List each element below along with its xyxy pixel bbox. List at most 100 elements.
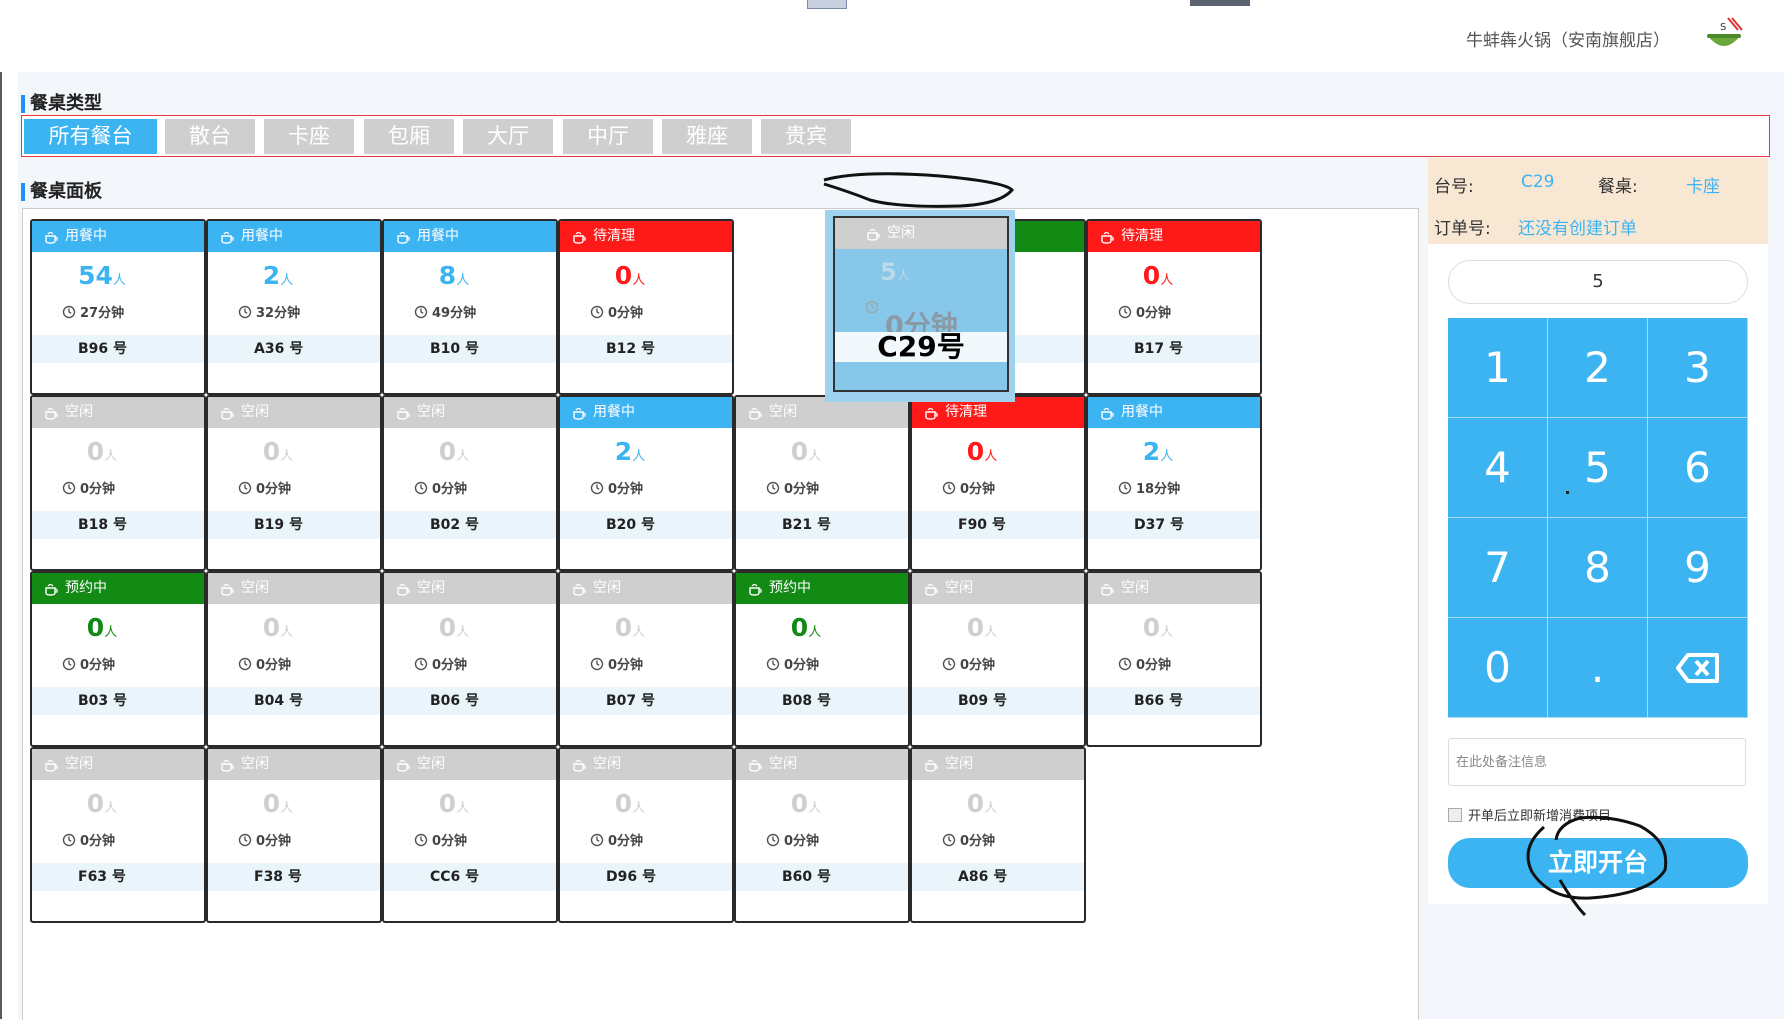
key-5[interactable]: 5 — [1548, 418, 1647, 517]
table-status-header: 空闲 — [32, 749, 204, 780]
elapsed-time: 0分钟 — [62, 478, 115, 497]
key-1[interactable]: 1 — [1448, 318, 1547, 417]
table-tile[interactable]: 空闲 0人 0分钟 B06 号 — [382, 571, 558, 747]
people-count: 0人 — [384, 789, 524, 824]
table-number: B03 号 — [78, 693, 128, 709]
table-tile[interactable]: 空闲 0人 0分钟 B21 号 — [734, 395, 910, 571]
key-9[interactable]: 9 — [1648, 518, 1747, 617]
people-count-value: 5 — [880, 258, 897, 286]
table-tile[interactable]: 空闲 0人 0分钟 B19 号 — [206, 395, 382, 571]
key-decimal[interactable]: . — [1548, 618, 1647, 717]
table-tile[interactable]: 空闲 0人 0分钟 B09 号 — [910, 571, 1086, 747]
table-tile[interactable]: 空闲 0人 0分钟 B60 号 — [734, 747, 910, 923]
table-tile[interactable]: 空闲 0人 0分钟 B07 号 — [558, 571, 734, 747]
table-tile[interactable]: 用餐中 54人 27分钟 B96 号 — [30, 219, 206, 395]
teapot-icon — [749, 407, 762, 420]
table-tile[interactable]: 空闲 0人 0分钟 B18 号 — [30, 395, 206, 571]
note-input[interactable]: 在此处备注信息 — [1448, 738, 1746, 786]
people-count-value: 0 — [86, 613, 105, 642]
people-unit: 人 — [808, 449, 822, 464]
elapsed-time-value: 0分钟 — [784, 834, 820, 849]
elapsed-time-value: 0分钟 — [432, 834, 468, 849]
add-items-checkbox[interactable]: 开单后立即新增消费项目 — [1448, 805, 1611, 824]
teapot-icon — [45, 407, 58, 420]
teapot-icon — [925, 583, 938, 596]
tab-middle-hall[interactable]: 中厅 — [563, 119, 653, 154]
table-tile[interactable]: 预约中 0人 0分钟 B08 号 — [734, 571, 910, 747]
tab-private-room[interactable]: 包厢 — [364, 119, 454, 154]
table-tile[interactable]: 空闲 0人 0分钟 CC6 号 — [382, 747, 558, 923]
key-0[interactable]: 0 — [1448, 618, 1547, 717]
table-tile[interactable]: 待清理 0人 0分钟 F90 号 — [910, 395, 1086, 571]
table-tile[interactable]: 空闲 0人 0分钟 B66 号 — [1086, 571, 1262, 747]
selected-table-tile[interactable]: 空闲 5人 0分钟 C29号 — [825, 210, 1015, 402]
table-status: 预约中 — [769, 580, 811, 596]
table-tile[interactable]: 用餐中 8人 49分钟 B10 号 — [382, 219, 558, 395]
tab-elegant-seat[interactable]: 雅座 — [662, 119, 752, 154]
key-2[interactable]: 2 — [1548, 318, 1647, 417]
table-status-header: 用餐中 — [560, 397, 732, 428]
checkbox-box[interactable] — [1448, 807, 1462, 822]
teapot-icon — [221, 583, 234, 596]
table-tile[interactable]: 用餐中 2人 32分钟 A36 号 — [206, 219, 382, 395]
clock-icon — [590, 657, 604, 670]
teapot-icon — [1101, 231, 1114, 244]
key-3[interactable]: 3 — [1648, 318, 1747, 417]
people-count-value: 0 — [790, 613, 809, 642]
open-table-button[interactable]: 立即开台 — [1448, 838, 1748, 888]
table-tile[interactable]: 空闲 5人 0分钟 C29号 — [833, 216, 1009, 392]
people-count-value: 0 — [966, 613, 985, 642]
tab-vip[interactable]: 贵宾 — [761, 119, 851, 154]
table-status: 空闲 — [593, 756, 621, 772]
key-4[interactable]: 4 — [1448, 418, 1547, 517]
table-status-header: 空闲 — [32, 397, 204, 428]
table-tile[interactable]: 空闲 0人 0分钟 B02 号 — [382, 395, 558, 571]
people-count-display[interactable]: 5 — [1448, 260, 1748, 304]
table-number-row: D37 号 — [1088, 511, 1260, 539]
key-8[interactable]: 8 — [1548, 518, 1647, 617]
table-number: B06 号 — [430, 693, 480, 709]
table-number: B07 号 — [606, 693, 656, 709]
teapot-icon — [397, 583, 410, 596]
table-number: B08 号 — [782, 693, 832, 709]
table-tile[interactable]: 空闲 0人 0分钟 F63 号 — [30, 747, 206, 923]
table-tile[interactable]: 待清理 0人 0分钟 B12 号 — [558, 219, 734, 395]
teapot-icon — [573, 759, 586, 772]
table-status: 空闲 — [241, 580, 269, 596]
table-tile[interactable]: 空闲 0人 0分钟 B04 号 — [206, 571, 382, 747]
table-tile[interactable]: 用餐中 2人 18分钟 D37 号 — [1086, 395, 1262, 571]
tab-main-hall[interactable]: 大厅 — [463, 119, 553, 154]
key-backspace[interactable] — [1648, 618, 1747, 717]
svg-text:S: S — [1720, 22, 1726, 33]
tab-scattered[interactable]: 散台 — [165, 119, 255, 154]
people-count: 5人 — [835, 258, 955, 286]
table-number: A86 号 — [958, 869, 1008, 885]
people-count-value: 0 — [262, 789, 281, 818]
table-tile[interactable]: 用餐中 2人 0分钟 B20 号 — [558, 395, 734, 571]
elapsed-time-value: 0分钟 — [960, 658, 996, 673]
key-6[interactable]: 6 — [1648, 418, 1747, 517]
people-count: 0人 — [384, 437, 524, 472]
people-count: 0人 — [384, 613, 524, 648]
table-tile[interactable]: 待清理 0人 0分钟 B17 号 — [1086, 219, 1262, 395]
elapsed-time-value: 49分钟 — [432, 306, 477, 321]
people-unit: 人 — [280, 449, 294, 464]
table-tile[interactable]: 预约中 0人 0分钟 B03 号 — [30, 571, 206, 747]
clock-icon — [1118, 481, 1132, 494]
tab-all-tables[interactable]: 所有餐台 — [24, 119, 157, 154]
table-type-tabs: 所有餐台 散台 卡座 包厢 大厅 中厅 雅座 贵宾 — [21, 115, 1770, 157]
table-tile[interactable]: 空闲 0人 0分钟 A86 号 — [910, 747, 1086, 923]
table-tile[interactable]: 空闲 0人 0分钟 F38 号 — [206, 747, 382, 923]
elapsed-time: 0分钟 — [62, 830, 115, 849]
tab-booth[interactable]: 卡座 — [264, 119, 354, 154]
table-tile[interactable]: 空闲 0人 0分钟 D96 号 — [558, 747, 734, 923]
table-number-row: B06 号 — [384, 687, 556, 715]
people-count-value: 0 — [966, 789, 985, 818]
people-count: 0人 — [32, 437, 172, 472]
people-unit: 人 — [456, 273, 470, 288]
key-7[interactable]: 7 — [1448, 518, 1547, 617]
table-number: D37 号 — [1134, 517, 1184, 533]
table-number: B09 号 — [958, 693, 1008, 709]
people-count: 0人 — [32, 789, 172, 824]
people-count-value: 0 — [614, 261, 633, 290]
